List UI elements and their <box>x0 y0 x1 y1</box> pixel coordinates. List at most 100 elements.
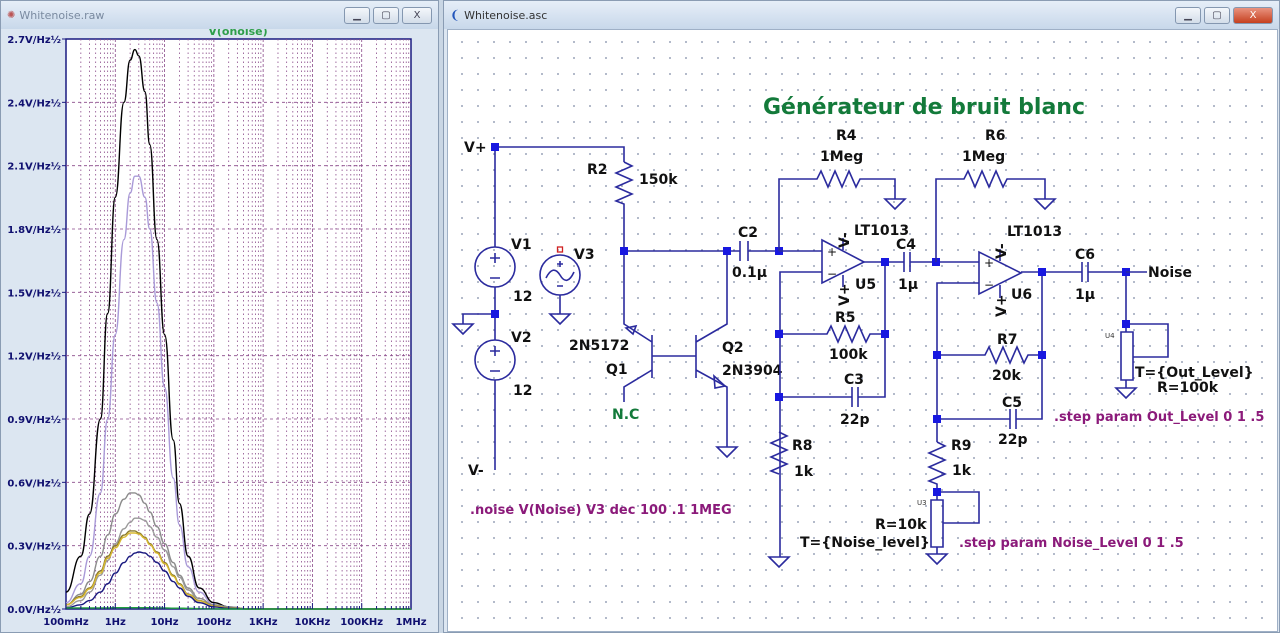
resistor-r5 <box>779 238 979 557</box>
y-tick-label: 0.9V/Hz½ <box>7 415 61 426</box>
u3-name[interactable]: U3 <box>917 499 927 507</box>
net-label-noise[interactable]: Noise <box>1148 265 1192 281</box>
x-tick-label: 100mHz <box>43 617 89 628</box>
r8-name[interactable]: R8 <box>792 438 813 454</box>
q2-name[interactable]: Q2 <box>722 340 744 356</box>
u6-vminus-pin: V- <box>994 243 1010 259</box>
node <box>933 351 941 359</box>
schematic-title: Générateur de bruit blanc <box>763 95 1085 120</box>
x-tick-label: 1Hz <box>105 617 126 628</box>
u6-name[interactable]: U6 <box>1011 287 1032 303</box>
maximize-button[interactable]: ▢ <box>373 7 399 24</box>
window-title: Whitenoise.raw <box>19 8 105 22</box>
r8-value[interactable]: 1k <box>794 464 814 480</box>
c4-value[interactable]: 1µ <box>898 277 918 293</box>
c6-name[interactable]: C6 <box>1075 247 1095 263</box>
q1-model[interactable]: 2N5172 <box>569 338 629 354</box>
schematic-titlebar[interactable]: ❨ Whitenoise.asc <box>444 1 1279 29</box>
r7-value[interactable]: 20k <box>992 368 1021 384</box>
y-tick-label: 0.3V/Hz½ <box>7 542 61 553</box>
x-tick-label: 1MHz <box>395 617 426 628</box>
ground-icon <box>548 313 572 326</box>
y-tick-label: 1.5V/Hz½ <box>7 288 61 299</box>
close-button[interactable]: X <box>402 7 432 24</box>
u4-name[interactable]: U4 <box>1105 332 1115 340</box>
ground-icon <box>451 323 475 336</box>
u4-tap[interactable]: T={Out_Level} <box>1135 365 1254 381</box>
node <box>775 393 783 401</box>
c3-value[interactable]: 22p <box>840 412 870 428</box>
u5-name[interactable]: U5 <box>855 277 876 293</box>
ground-icon <box>1114 387 1138 400</box>
c2-value[interactable]: 0.1µ <box>732 265 767 281</box>
pin-minus: − <box>984 278 994 292</box>
schematic-window: ❨ Whitenoise.asc ▁ ▢ X Générateur de bru… <box>443 0 1280 633</box>
schematic-app-icon: ❨ <box>450 8 461 22</box>
v3-name[interactable]: V3 <box>574 247 595 263</box>
node <box>1038 268 1046 276</box>
node <box>620 247 628 255</box>
c5-value[interactable]: 22p <box>998 432 1028 448</box>
x-tick-label: 100Hz <box>196 617 231 628</box>
r2-name[interactable]: R2 <box>587 162 608 178</box>
minimize-button[interactable]: ▁ <box>1175 7 1201 24</box>
q2-model[interactable]: 2N3904 <box>722 363 783 379</box>
v1-name[interactable]: V1 <box>511 237 532 253</box>
node <box>881 258 889 266</box>
q1-name[interactable]: Q1 <box>606 362 628 378</box>
c2-name[interactable]: C2 <box>738 225 758 241</box>
c4-name[interactable]: C4 <box>896 237 916 253</box>
net-label-vplus[interactable]: V+ <box>464 140 487 156</box>
r9-name[interactable]: R9 <box>951 438 972 454</box>
ground-icon <box>925 553 949 566</box>
u3-resistance[interactable]: R=10k <box>875 517 927 533</box>
node <box>491 310 499 318</box>
maximize-button[interactable]: ▢ <box>1204 7 1230 24</box>
v2-value[interactable]: 12 <box>513 383 532 399</box>
u4-resistance[interactable]: R=100k <box>1157 380 1219 396</box>
v1-value[interactable]: 12 <box>513 289 532 305</box>
y-tick-label: 2.4V/Hz½ <box>7 98 61 109</box>
r9-value[interactable]: 1k <box>952 463 972 479</box>
c5-name[interactable]: C5 <box>1002 395 1022 411</box>
waveform-plot[interactable]: V(onoise) 100mHz 1Hz 10Hz 100Hz 1KHz 10KHz 100… <box>1 29 438 632</box>
r5-name[interactable]: R5 <box>835 310 856 326</box>
x-tick-label: 10Hz <box>151 617 179 628</box>
r7-name[interactable]: R7 <box>997 332 1018 348</box>
u3-tap[interactable]: T={Noise_level} <box>800 535 930 551</box>
window-title: Whitenoise.asc <box>464 8 548 22</box>
u5-vminus-pin: V- <box>837 232 853 248</box>
u6-model[interactable]: LT1013 <box>1007 224 1062 240</box>
noise-directive[interactable]: .noise V(Noise) V3 dec 100 .1 1MEG <box>470 503 732 518</box>
node <box>491 143 499 151</box>
r6-name[interactable]: R6 <box>985 128 1006 144</box>
pin-plus: + <box>984 256 994 270</box>
r5-value[interactable]: 100k <box>829 347 868 363</box>
y-tick-label: 2.7V/Hz½ <box>7 35 61 46</box>
pin-minus: − <box>827 267 837 281</box>
trace-label[interactable]: V(onoise) <box>208 29 267 38</box>
minimize-button[interactable]: ▁ <box>344 7 370 24</box>
x-tick-label: 1KHz <box>249 617 278 628</box>
close-button[interactable]: X <box>1233 7 1273 24</box>
c6-value[interactable]: 1µ <box>1075 287 1095 303</box>
waveform-app-icon: ✺ <box>7 9 16 21</box>
node <box>1038 351 1046 359</box>
net-label-nc[interactable]: N.C <box>612 407 639 423</box>
u5-vplus-pin: V+ <box>837 283 853 306</box>
r4-value[interactable]: 1Meg <box>820 149 863 165</box>
resistor-r6 <box>935 169 1046 262</box>
node <box>933 488 941 496</box>
r4-name[interactable]: R4 <box>836 128 857 144</box>
supply-wires <box>451 143 625 470</box>
r6-value[interactable]: 1Meg <box>962 149 1005 165</box>
step-noise-directive[interactable]: .step param Noise_Level 0 1 .5 <box>959 536 1184 551</box>
schematic-canvas[interactable]: Générateur de bruit blanc V+ V- V1 12 V2… <box>447 29 1278 632</box>
step-out-directive[interactable]: .step param Out_Level 0 1 .5 <box>1054 410 1264 425</box>
net-label-vminus[interactable]: V- <box>468 463 484 479</box>
r2-value[interactable]: 150k <box>639 172 678 188</box>
c3-name[interactable]: C3 <box>844 372 864 388</box>
v2-name[interactable]: V2 <box>511 330 532 346</box>
input-stage-wires <box>613 161 783 459</box>
x-tick-label: 10KHz <box>294 617 330 628</box>
